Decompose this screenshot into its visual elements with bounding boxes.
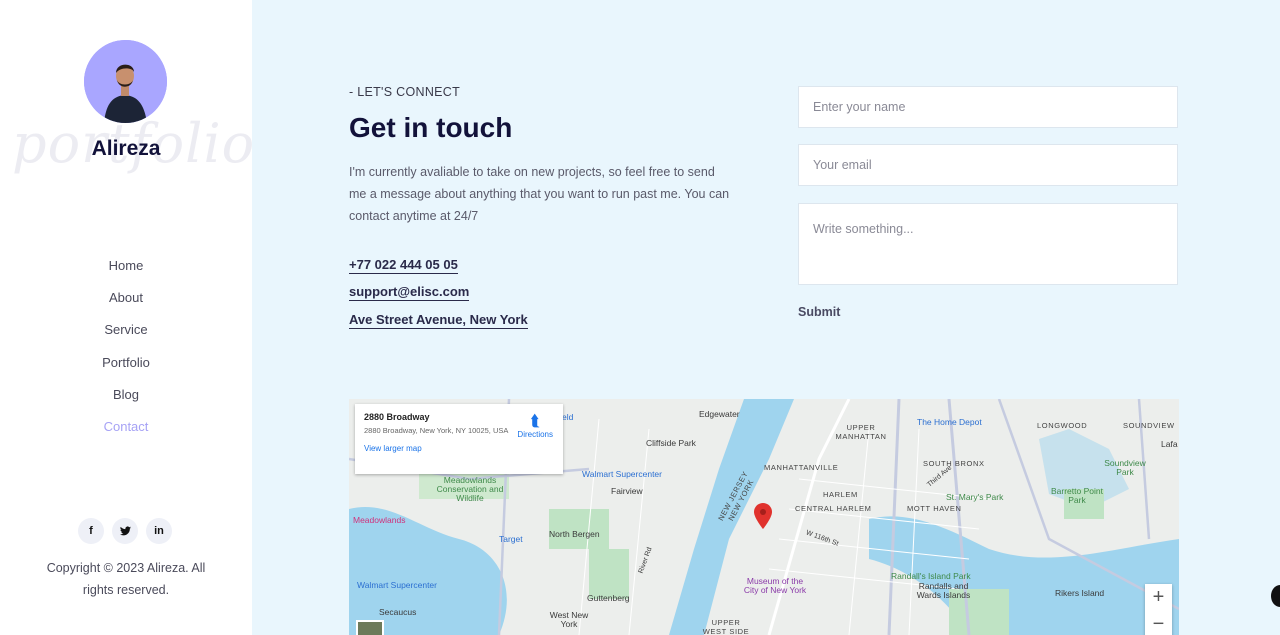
directions-button[interactable]: ⮬ Directions <box>517 413 553 440</box>
map-label-edgewater: Edgewater <box>699 409 740 419</box>
map-info-card: 2880 Broadway 2880 Broadway, New York, N… <box>355 404 563 474</box>
map-label-target: Target <box>499 534 523 544</box>
nav-item-contact[interactable]: Contact <box>0 417 252 449</box>
nav-item-portfolio[interactable]: Portfolio <box>0 353 252 385</box>
map-label-st-marys-park: St. Mary's Park <box>946 492 1004 502</box>
map-label-guttenberg: Guttenberg <box>587 593 630 603</box>
map-pin-icon[interactable] <box>754 503 772 529</box>
map-card-address: 2880 Broadway, New York, NY 10025, USA <box>364 426 509 435</box>
map-satellite-thumbnail[interactable] <box>356 620 384 635</box>
map-label-upper-manhattan: UPPER MANHATTAN <box>835 423 887 441</box>
email-link[interactable]: support@elisc.com <box>349 284 470 301</box>
map-label-home-depot: The Home Depot <box>917 417 982 427</box>
social-links: f in <box>78 518 172 544</box>
submit-button[interactable]: Submit <box>798 305 840 319</box>
map-label-secaucus: Secaucus <box>379 607 417 617</box>
map-label-walmart-1: Walmart Supercenter <box>582 469 662 479</box>
page-title: Get in touch <box>349 112 513 143</box>
nav-item-about[interactable]: About <box>0 288 252 320</box>
twitter-icon[interactable] <box>112 518 138 544</box>
zoom-out-button[interactable]: − <box>1145 611 1172 635</box>
map-label-eld: eld <box>562 412 574 422</box>
nav-item-blog[interactable]: Blog <box>0 385 252 417</box>
contact-description: I'm currently avaliable to take on new p… <box>349 165 730 223</box>
directions-icon: ⮬ <box>530 413 540 430</box>
email-input[interactable]: Your email <box>798 144 1178 186</box>
message-textarea[interactable]: Write something... <box>798 203 1178 285</box>
contact-section: - LET'S CONNECT Get in touch I'm current… <box>252 0 1280 635</box>
view-larger-map-link[interactable]: View larger map <box>364 444 554 453</box>
avatar <box>84 40 167 123</box>
map-label-west-new-york: West New York <box>549 610 589 629</box>
map-label-central-harlem: CENTRAL HARLEM <box>795 504 872 513</box>
map-label-soundview: SOUNDVIEW <box>1123 421 1175 430</box>
map-label-south-bronx: SOUTH BRONX <box>923 459 985 468</box>
google-map[interactable]: Edgewater Cliffside Park Fairview Walmar… <box>349 399 1179 635</box>
map-label-lafa: Lafa <box>1161 439 1178 449</box>
address-link[interactable]: Ave Street Avenue, New York <box>349 312 528 329</box>
zoom-in-button[interactable]: + <box>1145 584 1172 611</box>
map-label-meadowlands-conservation: Meadowlands Conservation and Wildlife <box>436 475 504 503</box>
main-nav: Home About Service Portfolio Blog Contac… <box>0 256 252 449</box>
directions-label: Directions <box>517 430 553 439</box>
map-label-longwood: LONGWOOD <box>1037 421 1088 430</box>
map-label-mott-haven: MOTT HAVEN <box>907 504 962 513</box>
map-label-cliffside-park: Cliffside Park <box>646 438 696 448</box>
section-eyebrow: - LET'S CONNECT <box>349 85 461 99</box>
map-label-rikers-island: Rikers Island <box>1055 588 1105 598</box>
copyright-text: Copyright © 2023 Alireza. All rights res… <box>46 561 206 597</box>
phone-link[interactable]: +77 022 444 05 05 <box>349 257 458 274</box>
profile-name: Alireza <box>91 137 161 160</box>
map-label-barretto-point-park: Barretto Point Park <box>1051 486 1103 505</box>
map-label-museum-city-ny: Museum of the City of New York <box>743 576 807 595</box>
nav-item-home[interactable]: Home <box>0 256 252 288</box>
map-label-soundview-park: Soundview Park <box>1104 458 1146 477</box>
map-label-randalls-wards: Randalls and Wards Islands <box>916 581 971 600</box>
map-label-manhattanville: MANHATTANVILLE <box>764 463 839 472</box>
map-label-walmart-2: Walmart Supercenter <box>357 580 437 590</box>
map-label-fairview: Fairview <box>611 486 643 496</box>
twitter-bird-icon <box>119 526 131 536</box>
map-label-randalls-island-park: Randall's Island Park <box>891 571 971 581</box>
sidebar: portfolio Alireza Home About Service Por… <box>0 0 254 635</box>
map-label-meadowlands: Meadowlands <box>353 515 406 525</box>
avatar-photo <box>84 40 167 123</box>
map-label-harlem: HARLEM <box>823 490 858 499</box>
name-input[interactable]: Enter your name <box>798 86 1178 128</box>
map-label-north-bergen: North Bergen <box>549 529 600 539</box>
map-zoom-controls: + − <box>1145 584 1172 635</box>
facebook-icon[interactable]: f <box>78 518 104 544</box>
map-label-upper-west-side: UPPER WEST SIDE <box>702 618 750 635</box>
nav-item-service[interactable]: Service <box>0 320 252 352</box>
linkedin-glyph: in <box>154 525 164 537</box>
facebook-glyph: f <box>89 525 93 537</box>
linkedin-icon[interactable]: in <box>146 518 172 544</box>
